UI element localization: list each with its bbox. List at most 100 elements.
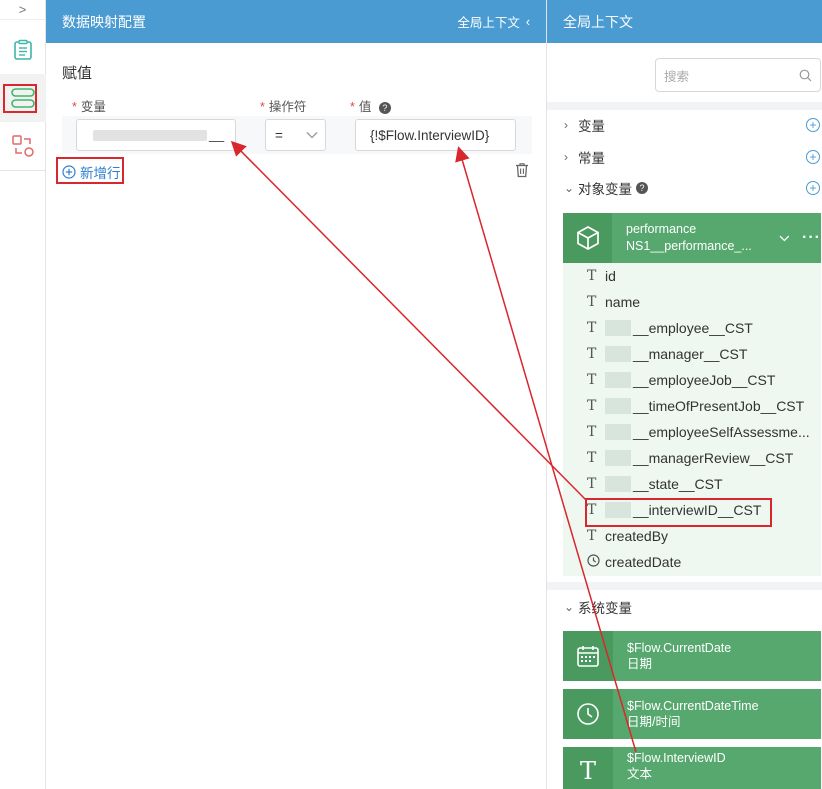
value-input[interactable]: {!$Flow.InterviewID} (355, 119, 516, 151)
group-variables[interactable]: › 变量 + (547, 110, 822, 140)
highlight-box-interviewid-field (585, 498, 772, 527)
redacted-prefix (605, 320, 631, 336)
field-item[interactable]: T __employee__CST (563, 315, 821, 341)
field-item[interactable]: T __state__CST (563, 471, 821, 497)
text-type-icon: T (587, 450, 597, 466)
divider (547, 582, 822, 590)
clock-icon (587, 553, 605, 571)
field-label: id (605, 268, 616, 284)
chevron-down-icon[interactable] (779, 235, 790, 242)
chevron-right-icon: › (564, 118, 568, 132)
text-type-icon: T (587, 268, 597, 284)
global-context-panel: 全局上下文 搜索 › 变量 + › 常量 + ⌄ 对象变量? + performanc… (547, 0, 822, 789)
help-icon: ? (378, 102, 391, 114)
search-placeholder: 搜索 (664, 69, 690, 84)
text-type-icon: T (587, 320, 597, 336)
redacted-prefix (605, 424, 631, 440)
column-variable-label: * 变量 (72, 100, 106, 114)
text-type-icon: T (587, 398, 597, 414)
left-rail: > (0, 0, 46, 789)
global-context-toggle[interactable]: 全局上下文 ‹ (457, 12, 530, 31)
field-item[interactable]: T __managerReview__CST (563, 445, 821, 471)
highlight-box-rail (3, 84, 37, 113)
field-label: name (605, 294, 641, 310)
add-object-variable-icon[interactable]: + (806, 181, 820, 195)
field-item[interactable]: T __employeeJob__CST (563, 367, 821, 393)
highlight-box-add-row (56, 157, 124, 184)
add-variable-icon[interactable]: + (806, 118, 820, 132)
system-var-name: $Flow.CurrentDate (627, 641, 732, 655)
transform-icon (12, 135, 34, 157)
field-item[interactable]: T __employeeSelfAssessme... (563, 419, 821, 445)
chevron-down-icon (306, 132, 318, 139)
system-var-type: 文本 (627, 767, 653, 781)
object-variable-card[interactable]: performance NS1__performance_... ··· (563, 213, 821, 263)
field-label: createdDate (605, 554, 682, 570)
field-item[interactable]: Tid (563, 263, 821, 289)
clipboard-icon (14, 39, 32, 60)
group-constants[interactable]: › 常量 + (547, 142, 822, 172)
group-object-variables[interactable]: ⌄ 对象变量? + (547, 173, 822, 203)
add-constant-icon[interactable]: + (806, 150, 820, 164)
system-var-name: $Flow.InterviewID (627, 751, 726, 765)
system-var-interview-id[interactable]: T $Flow.InterviewID 文本 (563, 747, 821, 789)
rail-item-clipboard[interactable] (0, 26, 46, 74)
redacted-prefix (605, 398, 631, 414)
panel-header: 数据映射配置 全局上下文 ‹ (46, 0, 546, 43)
system-var-type: 日期/时间 (627, 715, 681, 729)
field-item[interactable]: createdDate (563, 549, 821, 575)
side-header: 全局上下文 (547, 0, 822, 43)
section-title: 赋值 (62, 65, 93, 82)
field-label: __managerReview__CST (633, 450, 794, 466)
chevron-right-icon: › (564, 150, 568, 164)
object-name: performance (626, 222, 697, 236)
search-icon (799, 69, 812, 81)
field-item[interactable]: Tname (563, 289, 821, 315)
data-mapping-panel: 数据映射配置 全局上下文 ‹ 赋值 * 变量 * 操作符 * 值 ? __ = {!$F… (46, 0, 547, 789)
system-var-name: $Flow.CurrentDateTime (627, 699, 759, 713)
chevron-down-icon: ⌄ (564, 181, 575, 195)
column-operator-label: * 操作符 (260, 100, 307, 114)
field-label: __manager__CST (633, 346, 748, 362)
redacted-prefix (605, 450, 631, 466)
text-type-icon: T (587, 424, 597, 440)
rail-item-transform[interactable] (0, 122, 46, 170)
variable-input[interactable]: __ (76, 119, 236, 151)
trash-icon[interactable] (514, 162, 530, 178)
text-type-icon: T (587, 476, 597, 492)
field-label: __employeeJob__CST (633, 372, 776, 388)
screen: > 数据映射配置 全局上下文 ‹ 赋值 * 变量 * 操作符 * 值 ? __ = (0, 0, 822, 789)
field-label: __state__CST (633, 476, 723, 492)
field-item[interactable]: T __manager__CST (563, 341, 821, 367)
object-api-name: NS1__performance_... (626, 239, 752, 253)
system-var-current-datetime[interactable]: $Flow.CurrentDateTime 日期/时间 (563, 689, 821, 739)
text-type-icon: T (587, 294, 597, 310)
redacted-text (93, 130, 207, 141)
more-icon[interactable]: ··· (802, 229, 821, 247)
chevron-right-icon: > (18, 2, 27, 17)
panel-title: 数据映射配置 (62, 13, 146, 30)
variable-input-text: __ (209, 127, 225, 142)
group-system-variables[interactable]: ⌄ 系统变量 (547, 592, 822, 622)
field-label: __employee__CST (633, 320, 753, 336)
field-label: __employeeSelfAssessme... (633, 424, 810, 440)
system-var-type: 日期 (627, 657, 653, 671)
divider (547, 102, 822, 110)
chevron-left-icon: ‹ (525, 14, 530, 29)
side-title: 全局上下文 (563, 13, 633, 30)
clock-icon (563, 689, 613, 739)
operator-select[interactable]: = (265, 119, 326, 151)
text-type-icon: T (587, 346, 597, 362)
chevron-down-icon: ⌄ (564, 600, 575, 614)
rail-divider (0, 170, 46, 171)
system-var-current-date[interactable]: $Flow.CurrentDate 日期 (563, 631, 821, 681)
field-label: __timeOfPresentJob__CST (633, 398, 805, 414)
field-item[interactable]: T __timeOfPresentJob__CST (563, 393, 821, 419)
column-value-label: * 值 ? (350, 96, 391, 115)
collapse-rail-button[interactable]: > (0, 0, 45, 20)
redacted-prefix (605, 476, 631, 492)
global-context-label: 全局上下文 (457, 16, 520, 30)
help-icon: ? (636, 182, 648, 194)
operator-value: = (275, 127, 283, 143)
search-input[interactable]: 搜索 (655, 58, 821, 92)
